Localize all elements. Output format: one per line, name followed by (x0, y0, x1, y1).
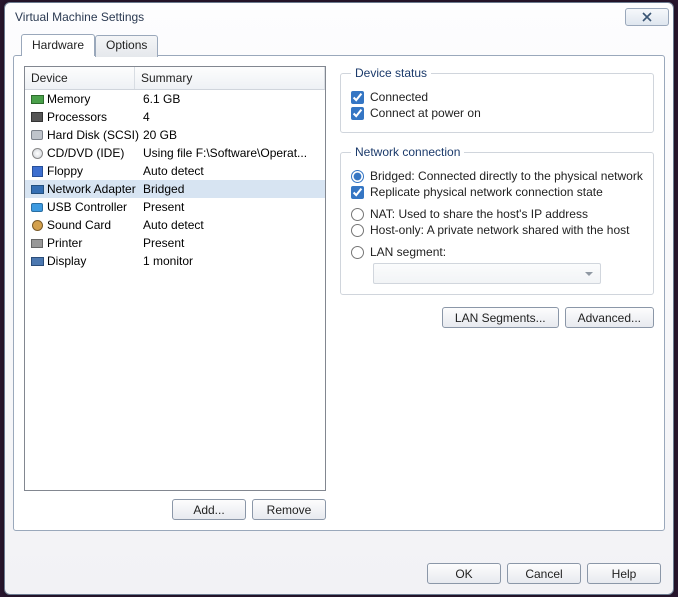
vm-settings-window: Virtual Machine Settings Hardware Option… (4, 2, 674, 595)
host-only-label: Host-only: A private network shared with… (370, 223, 629, 237)
memory-icon (29, 92, 45, 106)
device-summary: 4 (139, 110, 321, 124)
device-row[interactable]: Hard Disk (SCSI)20 GB (25, 126, 325, 144)
usb-icon (29, 200, 45, 214)
device-name: Floppy (47, 164, 139, 178)
device-summary: 1 monitor (139, 254, 321, 268)
device-list-body: Memory6.1 GBProcessors4Hard Disk (SCSI)2… (25, 90, 325, 270)
device-name: USB Controller (47, 200, 139, 214)
device-name: Sound Card (47, 218, 139, 232)
tab-options[interactable]: Options (95, 35, 158, 57)
harddisk-icon (29, 128, 45, 142)
bridged-label: Bridged: Connected directly to the physi… (370, 169, 643, 183)
floppy-icon (29, 164, 45, 178)
nat-radio[interactable] (351, 208, 364, 221)
connected-checkbox-row[interactable]: Connected (351, 90, 643, 104)
device-status-group: Device status Connected Connect at power… (340, 66, 654, 133)
printer-icon (29, 236, 45, 250)
sound-icon (29, 218, 45, 232)
network-icon (29, 182, 45, 196)
lan-segment-radio[interactable] (351, 246, 364, 259)
lan-segment-dropdown[interactable] (373, 263, 601, 284)
device-row[interactable]: CD/DVD (IDE)Using file F:\Software\Opera… (25, 144, 325, 162)
titlebar: Virtual Machine Settings (5, 3, 673, 31)
device-name: Processors (47, 110, 139, 124)
connected-checkbox[interactable] (351, 91, 364, 104)
bridged-radio-row[interactable]: Bridged: Connected directly to the physi… (351, 169, 643, 183)
device-row[interactable]: Display1 monitor (25, 252, 325, 270)
settings-pane: Device status Connected Connect at power… (340, 66, 654, 520)
device-name: Printer (47, 236, 139, 250)
device-pane: Device Summary Memory6.1 GBProcessors4Ha… (24, 66, 326, 520)
connected-label: Connected (370, 90, 428, 104)
device-row[interactable]: USB ControllerPresent (25, 198, 325, 216)
window-title: Virtual Machine Settings (15, 10, 625, 24)
help-button[interactable]: Help (587, 563, 661, 584)
device-row[interactable]: Sound CardAuto detect (25, 216, 325, 234)
processor-icon (29, 110, 45, 124)
column-header-device[interactable]: Device (25, 67, 135, 89)
replicate-checkbox-row[interactable]: Replicate physical network connection st… (351, 185, 643, 199)
add-button[interactable]: Add... (172, 499, 246, 520)
replicate-label: Replicate physical network connection st… (370, 185, 603, 199)
device-summary: Present (139, 236, 321, 250)
device-summary: 6.1 GB (139, 92, 321, 106)
device-name: CD/DVD (IDE) (47, 146, 139, 160)
close-button[interactable] (625, 8, 669, 26)
device-list-header: Device Summary (25, 67, 325, 90)
cd-icon (29, 146, 45, 160)
host-only-radio[interactable] (351, 224, 364, 237)
close-icon (642, 12, 652, 22)
column-header-summary[interactable]: Summary (135, 67, 325, 89)
network-connection-legend: Network connection (351, 145, 464, 159)
cancel-button[interactable]: Cancel (507, 563, 581, 584)
remove-button[interactable]: Remove (252, 499, 326, 520)
display-icon (29, 254, 45, 268)
lan-segments-button[interactable]: LAN Segments... (442, 307, 559, 328)
advanced-button[interactable]: Advanced... (565, 307, 654, 328)
host-only-radio-row[interactable]: Host-only: A private network shared with… (351, 223, 643, 237)
device-summary: Present (139, 200, 321, 214)
device-row[interactable]: Processors4 (25, 108, 325, 126)
tab-strip: Hardware Options (21, 33, 665, 55)
lan-segment-radio-row[interactable]: LAN segment: (351, 245, 643, 259)
device-name: Hard Disk (SCSI) (47, 128, 139, 142)
device-name: Display (47, 254, 139, 268)
device-buttons: Add... Remove (24, 491, 326, 520)
bridged-radio[interactable] (351, 170, 364, 183)
replicate-checkbox[interactable] (351, 186, 364, 199)
device-row[interactable]: Memory6.1 GB (25, 90, 325, 108)
ok-button[interactable]: OK (427, 563, 501, 584)
device-row[interactable]: FloppyAuto detect (25, 162, 325, 180)
device-row[interactable]: PrinterPresent (25, 234, 325, 252)
device-summary: Bridged (139, 182, 321, 196)
device-summary: Auto detect (139, 164, 321, 178)
device-row[interactable]: Network AdapterBridged (25, 180, 325, 198)
connect-at-power-on-checkbox[interactable] (351, 107, 364, 120)
device-name: Network Adapter (47, 182, 139, 196)
connect-at-power-on-row[interactable]: Connect at power on (351, 106, 643, 120)
nat-radio-row[interactable]: NAT: Used to share the host's IP address (351, 207, 643, 221)
tab-panel-hardware: Device Summary Memory6.1 GBProcessors4Ha… (13, 55, 665, 531)
device-name: Memory (47, 92, 139, 106)
nat-label: NAT: Used to share the host's IP address (370, 207, 588, 221)
content-area: Hardware Options Device Summary Memory6.… (13, 33, 665, 552)
network-extra-buttons: LAN Segments... Advanced... (340, 307, 654, 328)
lan-segment-label: LAN segment: (370, 245, 446, 259)
device-summary: Using file F:\Software\Operat... (139, 146, 321, 160)
device-summary: 20 GB (139, 128, 321, 142)
device-summary: Auto detect (139, 218, 321, 232)
connect-at-power-on-label: Connect at power on (370, 106, 481, 120)
tab-hardware[interactable]: Hardware (21, 34, 95, 56)
network-connection-group: Network connection Bridged: Connected di… (340, 145, 654, 295)
dialog-footer: OK Cancel Help (427, 563, 661, 584)
device-list[interactable]: Device Summary Memory6.1 GBProcessors4Ha… (24, 66, 326, 491)
device-status-legend: Device status (351, 66, 431, 80)
